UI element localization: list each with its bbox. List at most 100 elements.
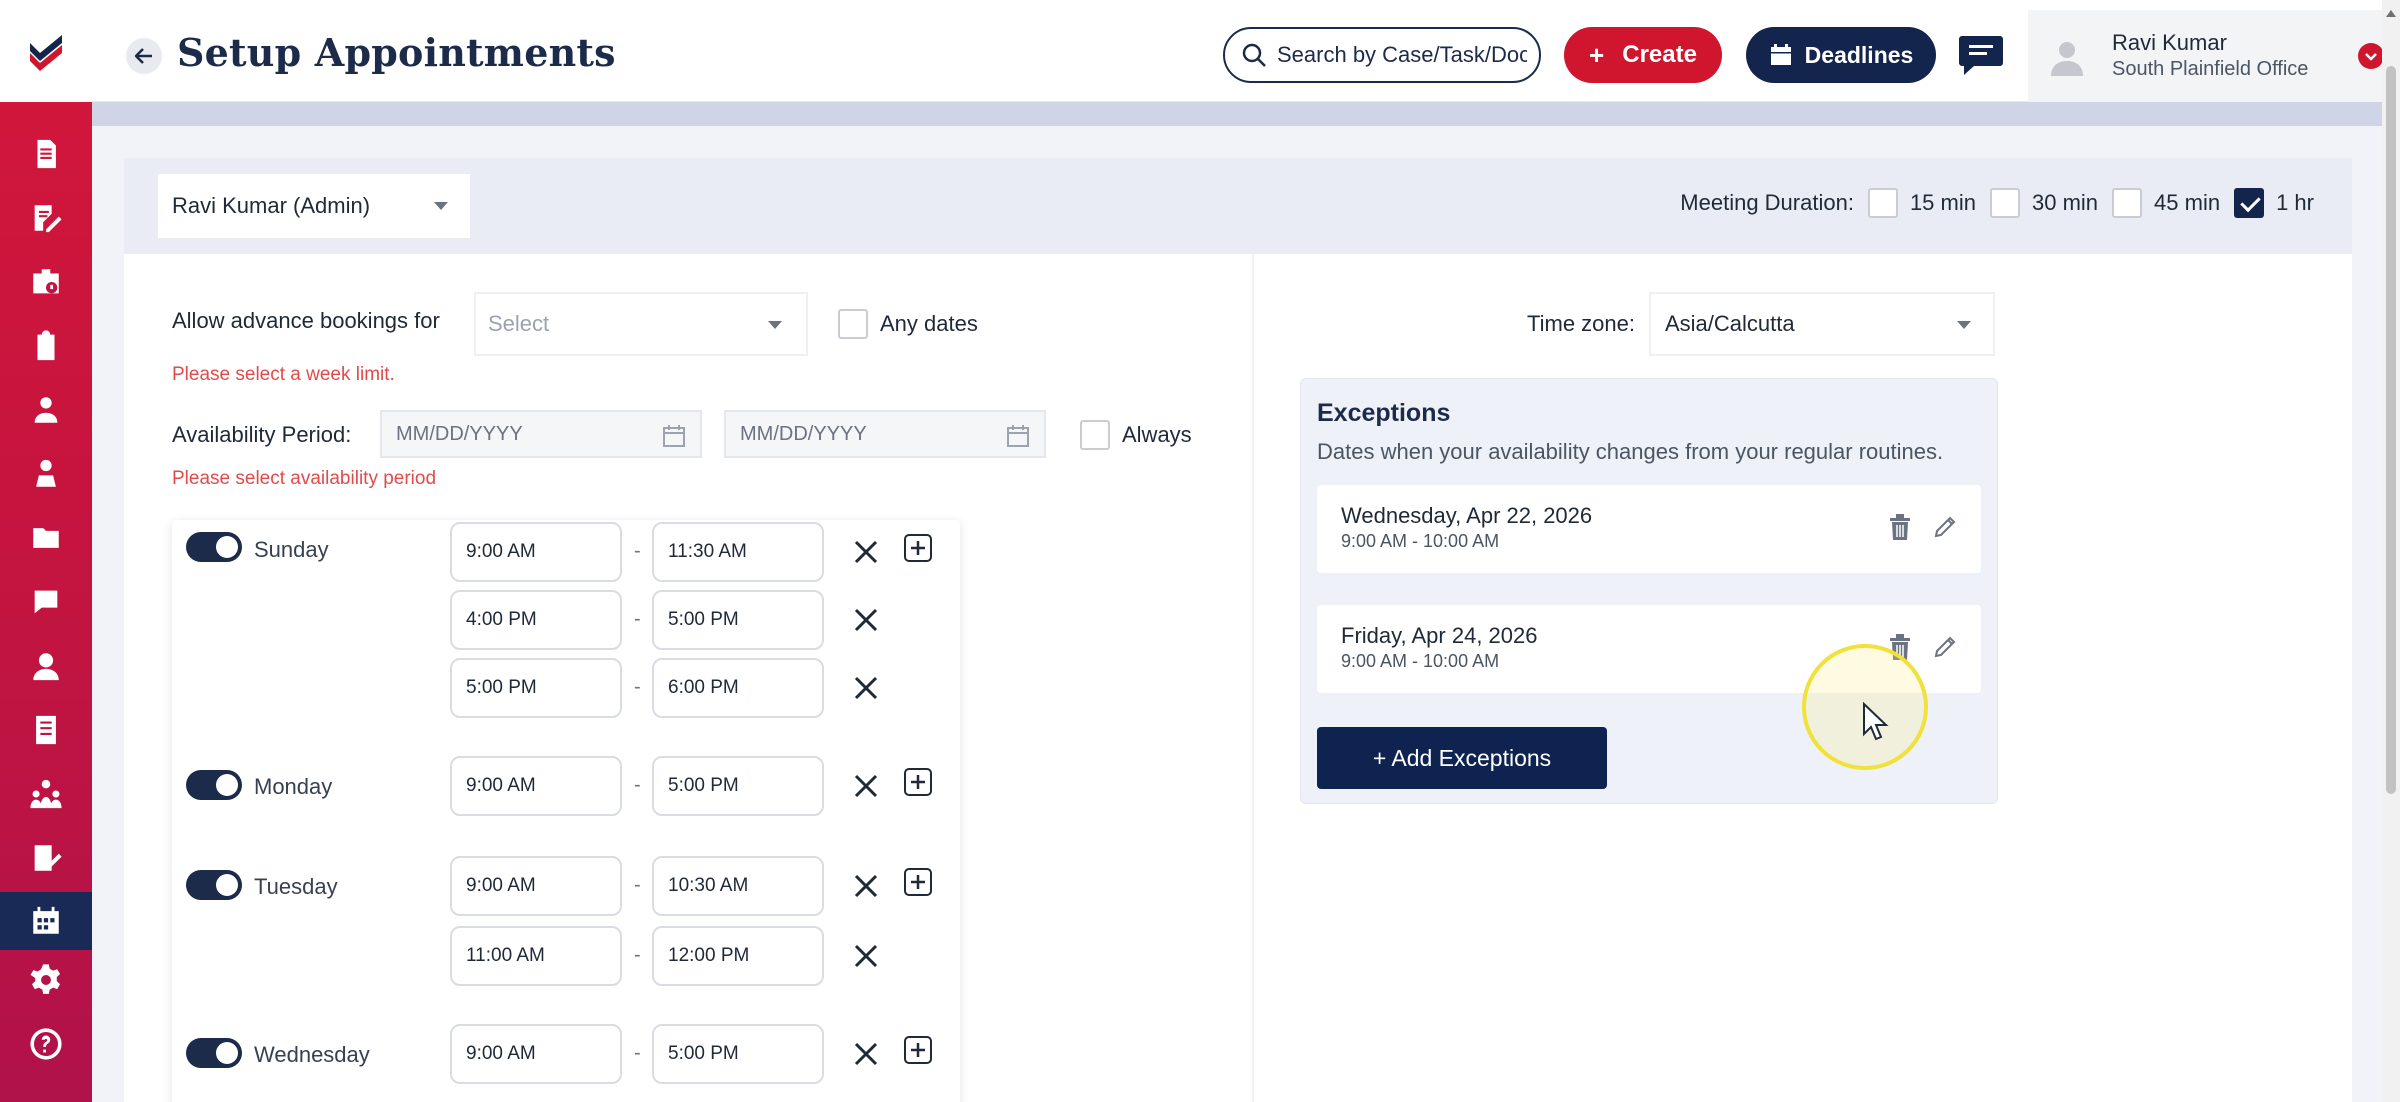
- timezone-select[interactable]: Asia/Calcutta: [1649, 292, 1995, 356]
- end-time-field[interactable]: 12:00 PM: [652, 926, 824, 986]
- checkbox[interactable]: [1080, 420, 1110, 450]
- edit-icon[interactable]: [1933, 515, 1957, 539]
- user-select[interactable]: Ravi Kumar (Admin): [158, 174, 470, 238]
- scroll-up-arrow[interactable]: [2386, 10, 2396, 17]
- back-button[interactable]: [126, 38, 162, 74]
- availability-panel: Allow advance bookings for Select Any da…: [124, 254, 1252, 1102]
- remove-slot-icon[interactable]: [852, 1040, 880, 1068]
- sidebar-item-settings[interactable]: [0, 952, 92, 1008]
- exception-item: Wednesday, Apr 22, 2026 9:00 AM - 10:00 …: [1317, 485, 1981, 573]
- deadlines-button-label: Deadlines: [1804, 41, 1914, 68]
- sidebar-item-clients[interactable]: [0, 382, 92, 438]
- create-button[interactable]: + Create: [1564, 27, 1722, 83]
- end-time-field[interactable]: 11:30 AM: [652, 522, 824, 582]
- remove-slot-icon[interactable]: [852, 872, 880, 900]
- settings-icon: [30, 964, 61, 994]
- scrollbar-thumb[interactable]: [2386, 66, 2396, 794]
- end-date-placeholder: MM/DD/YYYY: [740, 422, 867, 445]
- end-time-field[interactable]: 10:30 AM: [652, 856, 824, 916]
- folder-icon: [33, 528, 59, 548]
- sidebar-item-ledger[interactable]: [0, 702, 92, 758]
- start-time-field[interactable]: 11:00 AM: [450, 926, 622, 986]
- chevron-down-icon: [768, 321, 782, 329]
- always-checkbox[interactable]: Always: [1080, 420, 1192, 450]
- start-time-field[interactable]: 9:00 AM: [450, 756, 622, 816]
- tuesday-toggle[interactable]: [186, 870, 242, 900]
- checkbox[interactable]: [838, 309, 868, 339]
- availability-period-label: Availability Period:: [172, 422, 352, 447]
- advance-booking-select[interactable]: Select: [474, 292, 808, 356]
- create-button-label: Create: [1622, 41, 1697, 68]
- search-input[interactable]: [1277, 42, 1527, 68]
- sidebar-item-cases[interactable]: [0, 254, 92, 310]
- duration-option-45[interactable]: 45 min: [2112, 188, 2220, 218]
- search-box[interactable]: [1223, 27, 1541, 83]
- checkbox[interactable]: [2112, 188, 2143, 218]
- end-time-field[interactable]: 6:00 PM: [652, 658, 824, 718]
- sidebar-item-documents[interactable]: [0, 126, 92, 182]
- checkbox[interactable]: [1867, 188, 1898, 218]
- sidebar-item-contacts[interactable]: [0, 446, 92, 502]
- trash-icon[interactable]: [1889, 513, 1911, 541]
- remove-slot-icon[interactable]: [852, 606, 880, 634]
- monday-toggle[interactable]: [186, 770, 242, 800]
- start-time-field[interactable]: 9:00 AM: [450, 856, 622, 916]
- end-time-field[interactable]: 5:00 PM: [652, 590, 824, 650]
- duration-option-label: 1 hr: [2276, 190, 2314, 215]
- messages-button[interactable]: [1958, 34, 2004, 76]
- ledger-icon: [36, 715, 56, 745]
- start-time-field[interactable]: 5:00 PM: [450, 658, 622, 718]
- start-time-field[interactable]: 9:00 AM: [450, 522, 622, 582]
- duration-option-60[interactable]: 1 hr: [2234, 188, 2314, 218]
- wednesday-toggle[interactable]: [186, 1038, 242, 1068]
- sidebar-item-appointments[interactable]: [0, 892, 92, 950]
- end-time-field[interactable]: 5:00 PM: [652, 756, 824, 816]
- plus-icon: +: [1589, 39, 1605, 70]
- sidebar-item-messages[interactable]: [0, 574, 92, 630]
- remove-slot-icon[interactable]: [852, 772, 880, 800]
- remove-slot-icon[interactable]: [852, 538, 880, 566]
- remove-slot-icon[interactable]: [852, 942, 880, 970]
- add-slot-icon[interactable]: [904, 768, 932, 796]
- chevron-down-icon[interactable]: [2358, 43, 2384, 69]
- time-separator: -: [634, 1042, 641, 1064]
- sidebar-item-tasks[interactable]: [0, 318, 92, 374]
- start-time-field[interactable]: 9:00 AM: [450, 1024, 622, 1084]
- edit-icon[interactable]: [1933, 635, 1957, 659]
- add-slot-icon[interactable]: [904, 868, 932, 896]
- user-menu[interactable]: Ravi Kumar South Plainfield Office: [2028, 10, 2400, 102]
- sidebar-item-team[interactable]: [0, 766, 92, 822]
- sidebar-item-notes[interactable]: [0, 190, 92, 246]
- end-date-field[interactable]: MM/DD/YYYY: [724, 410, 1046, 458]
- checkbox[interactable]: [1989, 188, 2020, 218]
- add-exceptions-button[interactable]: + Add Exceptions: [1317, 727, 1607, 789]
- start-time-field[interactable]: 4:00 PM: [450, 590, 622, 650]
- deadlines-button[interactable]: Deadlines: [1746, 27, 1936, 83]
- sidebar-item-users[interactable]: [0, 638, 92, 694]
- checkbox-checked[interactable]: [2234, 188, 2265, 218]
- day-label: Tuesday: [254, 874, 338, 899]
- app-logo[interactable]: [0, 0, 92, 102]
- exceptions-subtitle: Dates when your availability changes fro…: [1317, 439, 1944, 464]
- exception-time: 9:00 AM - 10:00 AM: [1341, 531, 1500, 551]
- day-label: Sunday: [254, 537, 329, 562]
- form-icon: [34, 845, 62, 871]
- start-date-field[interactable]: MM/DD/YYYY: [380, 410, 702, 458]
- meeting-duration-label: Meeting Duration:: [1680, 190, 1854, 215]
- sidebar-item-forms[interactable]: [0, 830, 92, 886]
- duration-option-15[interactable]: 15 min: [1867, 188, 1976, 218]
- calendar-icon: [33, 906, 59, 934]
- user-office: South Plainfield Office: [2112, 58, 2309, 80]
- add-slot-icon[interactable]: [904, 1036, 932, 1064]
- user-select-value: Ravi Kumar (Admin): [172, 193, 371, 218]
- sunday-toggle[interactable]: [186, 532, 242, 562]
- add-slot-icon[interactable]: [904, 534, 932, 562]
- duration-option-30[interactable]: 30 min: [1989, 188, 2098, 218]
- sidebar-item-files[interactable]: [0, 510, 92, 566]
- end-time-field[interactable]: 5:00 PM: [652, 1024, 824, 1084]
- time-separator: -: [634, 608, 641, 630]
- duration-option-label: 15 min: [1909, 190, 1976, 215]
- sidebar-item-help[interactable]: [0, 1016, 92, 1072]
- remove-slot-icon[interactable]: [852, 674, 880, 702]
- any-dates-checkbox[interactable]: Any dates: [838, 309, 978, 339]
